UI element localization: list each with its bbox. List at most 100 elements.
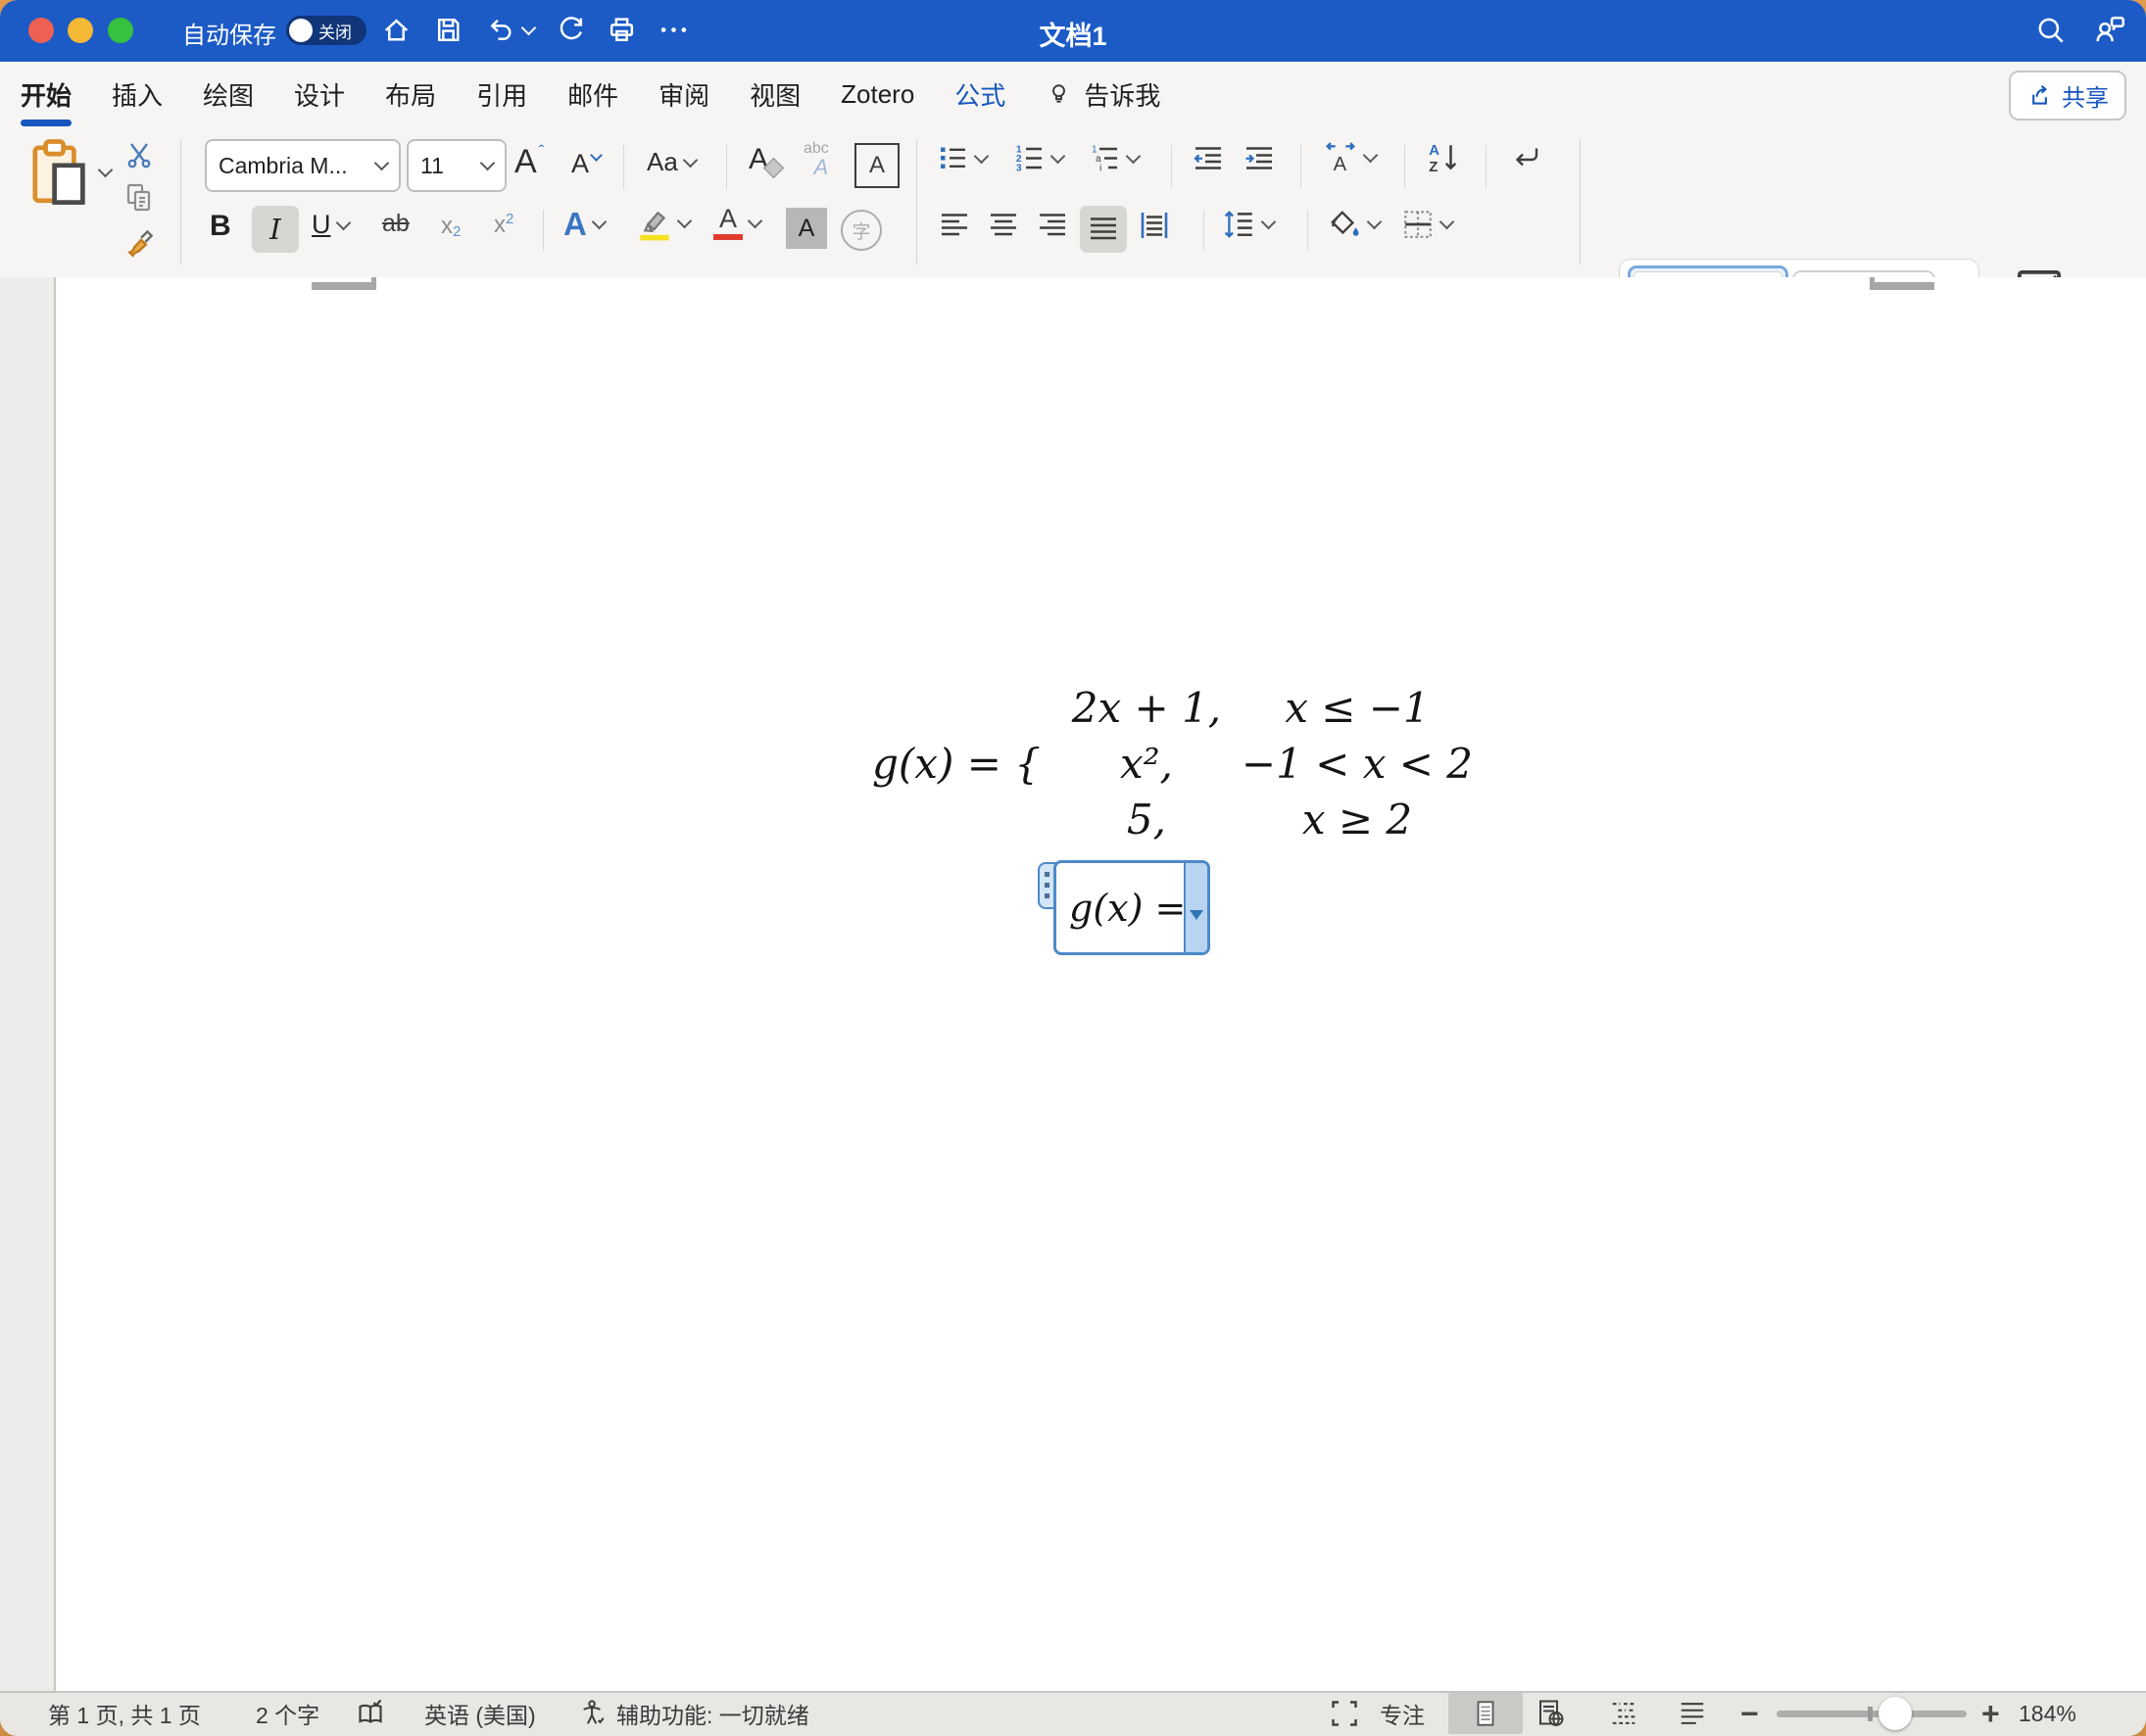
view-draft-button[interactable]	[1678, 1693, 1707, 1734]
shading-fill-button[interactable]	[1329, 208, 1383, 241]
align-center-button[interactable]	[988, 210, 1019, 241]
autosave-toggle[interactable]: 关闭	[286, 16, 366, 45]
home-icon[interactable]	[380, 14, 413, 46]
subscript-button[interactable]: x2	[441, 212, 461, 241]
paragraph-return-button[interactable]	[1509, 143, 1542, 174]
tab-layout[interactable]: 布局	[385, 76, 436, 113]
numbered-list-button[interactable]: 123	[1014, 143, 1066, 174]
view-web-layout-button[interactable]	[1535, 1693, 1566, 1734]
line-spacing-chevron-icon[interactable]	[1260, 214, 1277, 230]
superscript-button[interactable]: x2	[494, 211, 513, 239]
italic-button[interactable]: I	[252, 206, 299, 253]
bullet-list-button[interactable]	[938, 143, 990, 174]
align-right-button[interactable]	[1037, 210, 1068, 241]
font-size-select[interactable]: 11	[407, 139, 507, 192]
tab-equation[interactable]: 公式	[954, 76, 1005, 113]
redo-icon[interactable]	[554, 14, 586, 46]
character-border-button[interactable]: A	[854, 143, 900, 188]
undo-dropdown-chevron-icon[interactable]	[520, 20, 537, 35]
numbered-list-chevron-icon[interactable]	[1049, 148, 1066, 165]
view-outline-button[interactable]	[1609, 1693, 1638, 1734]
tab-review[interactable]: 审阅	[658, 76, 709, 113]
zoom-percentage[interactable]: 184%	[2019, 1693, 2076, 1734]
minimize-window-button[interactable]	[68, 18, 93, 43]
text-direction-chevron-icon[interactable]	[1362, 147, 1379, 164]
bullet-list-chevron-icon[interactable]	[973, 148, 990, 165]
search-icon[interactable]	[2034, 14, 2068, 47]
distribute-text-button[interactable]	[1139, 210, 1170, 241]
tab-references[interactable]: 引用	[476, 76, 527, 113]
spellcheck-status[interactable]	[355, 1693, 386, 1734]
tab-home[interactable]: 开始	[21, 76, 73, 126]
text-effects-chevron-icon[interactable]	[591, 214, 608, 230]
tab-view[interactable]: 视图	[750, 76, 801, 113]
clear-formatting-button[interactable]: A	[749, 143, 785, 178]
document-canvas[interactable]: g(x) = { 2x + 1, x ≤ −1 x², −1 < x < 2 5…	[0, 277, 2146, 1693]
phonetic-guide-button[interactable]: abc A	[804, 141, 829, 178]
sort-button[interactable]: AZ	[1426, 141, 1459, 175]
multilevel-list-button[interactable]: 1ai	[1090, 143, 1142, 174]
share-button[interactable]: 共享	[2009, 71, 2126, 121]
font-name-select[interactable]: Cambria M...	[205, 139, 401, 192]
accessibility-status[interactable]	[578, 1693, 608, 1734]
underline-button[interactable]: U	[312, 210, 351, 240]
zoom-in-button[interactable]: +	[1981, 1693, 2000, 1734]
zoom-slider-track[interactable]	[1777, 1696, 1967, 1730]
tab-insert[interactable]: 插入	[112, 76, 163, 113]
zoom-window-button[interactable]	[108, 18, 133, 43]
highlight-chevron-icon[interactable]	[676, 213, 693, 229]
strikethrough-button[interactable]: ab	[382, 210, 410, 238]
zoom-slider[interactable]	[1777, 1693, 1967, 1734]
change-case-button[interactable]: Aa	[647, 147, 699, 177]
font-color-button[interactable]: A	[713, 206, 763, 240]
justify-button[interactable]	[1080, 206, 1127, 253]
paste-button[interactable]	[29, 137, 114, 208]
more-commands-icon[interactable]	[658, 14, 690, 46]
bold-button[interactable]: B	[210, 210, 231, 243]
borders-chevron-icon[interactable]	[1439, 214, 1455, 230]
enclose-characters-button[interactable]: 字	[841, 210, 882, 251]
equation-control-body[interactable]: g(x) =	[1053, 860, 1210, 955]
character-shading-button[interactable]: A	[786, 208, 827, 249]
format-painter-button[interactable]	[123, 225, 157, 259]
close-window-button[interactable]	[28, 18, 54, 43]
zoom-out-button[interactable]: −	[1740, 1693, 1759, 1734]
text-effects-button[interactable]: A	[563, 206, 608, 243]
focus-mode-button[interactable]	[1329, 1693, 1360, 1734]
equation-control-dropdown[interactable]	[1184, 863, 1207, 952]
page-indicator[interactable]: 第 1 页, 共 1 页	[48, 1693, 201, 1734]
tab-draw[interactable]: 绘图	[203, 76, 254, 113]
tab-mailings[interactable]: 邮件	[567, 76, 618, 113]
borders-button[interactable]	[1401, 208, 1455, 241]
language-indicator[interactable]: 英语 (美国)	[424, 1693, 536, 1734]
undo-icon[interactable]	[484, 14, 516, 46]
view-print-layout-button[interactable]	[1448, 1693, 1523, 1734]
zoom-slider-knob[interactable]	[1878, 1696, 1912, 1730]
equation-content-control[interactable]: g(x) =	[1038, 860, 1210, 955]
copy-button[interactable]	[123, 182, 155, 214]
increase-indent-button[interactable]	[1243, 143, 1276, 174]
text-direction-button[interactable]: A	[1323, 141, 1379, 175]
tab-design[interactable]: 设计	[294, 76, 345, 113]
piecewise-equation[interactable]: g(x) = { 2x + 1, x ≤ −1 x², −1 < x < 2 5…	[872, 680, 1480, 847]
decrease-indent-button[interactable]	[1192, 143, 1225, 174]
grow-font-button[interactable]: Aˆ	[514, 142, 544, 181]
word-count[interactable]: 2 个字	[256, 1693, 319, 1734]
cut-button[interactable]	[123, 139, 155, 170]
multilevel-list-chevron-icon[interactable]	[1125, 148, 1142, 165]
share-contact-icon[interactable]	[2093, 14, 2128, 47]
focus-mode-label[interactable]: 专注	[1380, 1693, 1425, 1734]
highlight-button[interactable]	[637, 206, 693, 241]
align-left-button[interactable]	[939, 210, 970, 241]
shading-fill-chevron-icon[interactable]	[1366, 214, 1383, 230]
font-color-chevron-icon[interactable]	[747, 213, 763, 228]
underline-chevron-icon[interactable]	[335, 215, 351, 230]
tab-zotero[interactable]: Zotero	[841, 79, 914, 110]
line-spacing-button[interactable]	[1223, 208, 1277, 241]
autosave-toggle-knob	[289, 19, 313, 42]
tab-tell-me[interactable]: 告诉我	[1046, 76, 1160, 113]
save-icon[interactable]	[432, 14, 464, 46]
paste-dropdown-chevron-icon[interactable]	[97, 162, 114, 178]
shrink-font-button[interactable]: A	[571, 149, 603, 179]
print-icon[interactable]	[606, 14, 638, 46]
